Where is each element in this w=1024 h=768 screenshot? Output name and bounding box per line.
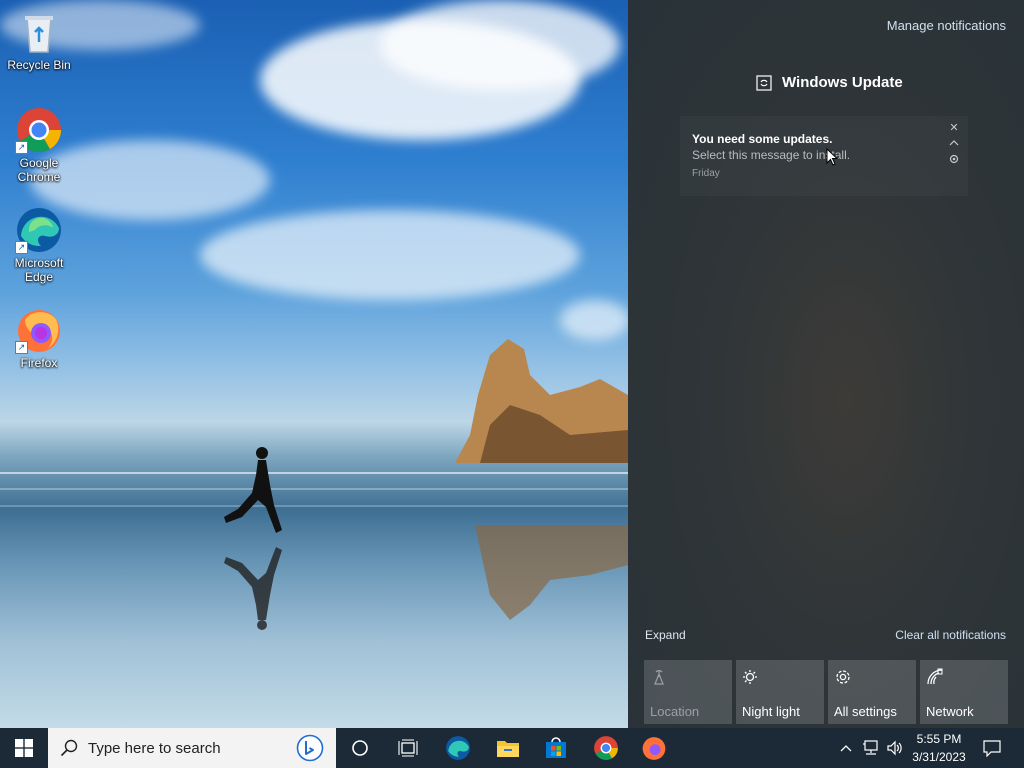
taskbar-search-box[interactable]: Type here to search: [48, 728, 336, 768]
manage-notifications-link[interactable]: Manage notifications: [887, 18, 1006, 33]
speaker-icon: [887, 740, 902, 756]
desktop-icon-label: Firefox: [20, 356, 58, 370]
action-center-panel: Manage notifications Windows Update You …: [628, 0, 1024, 728]
quick-action-label: All settings: [834, 704, 897, 719]
bing-icon[interactable]: [296, 734, 324, 762]
desktop-icon-label: Recycle Bin: [7, 58, 71, 72]
desktop-icon-recycle-bin[interactable]: Recycle Bin: [1, 8, 77, 72]
notification-settings-icon[interactable]: [948, 154, 960, 166]
clock-time: 5:55 PM: [916, 732, 962, 746]
notification-group-title: Windows Update: [782, 74, 903, 91]
task-view-button[interactable]: [384, 728, 432, 768]
taskbar-edge-button[interactable]: [434, 728, 482, 768]
desktop-icon-firefox[interactable]: ↗ Firefox: [1, 306, 77, 370]
taskbar-file-explorer-button[interactable]: [484, 728, 532, 768]
quick-action-network[interactable]: Network: [920, 660, 1008, 724]
folder-icon: [497, 741, 519, 757]
show-hidden-icons-button[interactable]: [836, 728, 856, 768]
quick-action-night-light[interactable]: Night light: [736, 660, 824, 724]
action-center-button[interactable]: [972, 728, 1012, 768]
quick-action-label: Location: [650, 704, 700, 719]
quick-action-all-settings[interactable]: All settings: [828, 660, 916, 724]
recycle-bin-icon: [15, 8, 63, 56]
clock-date: 3/31/2023: [912, 750, 966, 764]
taskbar-firefox-button[interactable]: [630, 728, 678, 768]
quick-action-label: Night light: [742, 704, 800, 719]
edge-icon: ↗: [15, 206, 63, 254]
gear-icon: [836, 670, 850, 684]
shortcut-arrow-icon: ↗: [15, 341, 28, 354]
firefox-icon: [642, 737, 666, 760]
expand-quick-actions-link[interactable]: Expand: [645, 628, 686, 642]
taskbar-chrome-button[interactable]: [582, 728, 630, 768]
cortana-circle-icon: [352, 740, 368, 756]
shortcut-arrow-icon: ↗: [15, 141, 28, 154]
store-icon: [546, 737, 566, 758]
taskbar-clock[interactable]: 5:55 PM 3/31/2023: [910, 730, 968, 766]
start-button[interactable]: [0, 728, 48, 768]
notification-icon: [983, 740, 1001, 757]
search-placeholder: Type here to search: [88, 739, 221, 757]
chrome-icon: ↗: [15, 106, 63, 154]
chevron-up-icon: [840, 745, 852, 752]
chrome-icon: [594, 736, 618, 760]
taskbar: Type here to search 5:55 PM 3/31/2023: [0, 728, 1024, 768]
search-icon: [60, 739, 78, 757]
dismiss-notification-icon[interactable]: ✕: [948, 122, 960, 134]
runner-reflection: [224, 547, 282, 630]
night-light-icon: [743, 670, 757, 684]
quick-action-location[interactable]: Location: [644, 660, 732, 724]
rock-reflection: [475, 525, 628, 620]
firefox-icon: ↗: [15, 306, 63, 354]
mouse-cursor-icon: [826, 148, 838, 166]
desktop-icon-google-chrome[interactable]: ↗ Google Chrome: [1, 106, 77, 184]
notification-time: Friday: [692, 168, 720, 179]
network-tray-button[interactable]: [860, 728, 882, 768]
cortana-button[interactable]: [336, 728, 384, 768]
quick-action-label: Network: [926, 704, 974, 719]
taskbar-store-button[interactable]: [532, 728, 580, 768]
location-icon: [654, 670, 664, 685]
runner-silhouette: [224, 447, 282, 533]
desktop-icon-label: Microsoft Edge: [14, 256, 64, 284]
notification-group-header: Windows Update: [756, 74, 903, 91]
collapse-chevron-icon[interactable]: [948, 138, 960, 150]
clear-all-notifications-link[interactable]: Clear all notifications: [895, 628, 1006, 642]
ethernet-icon: [863, 740, 878, 755]
notification-toast[interactable]: You need some updates. Select this messa…: [680, 116, 968, 196]
desktop-screen: Recycle Bin ↗ Google Chrome ↗ Microsoft …: [0, 0, 1024, 768]
desktop-wallpaper[interactable]: [0, 0, 628, 728]
windows-update-icon: [756, 74, 772, 91]
volume-tray-button[interactable]: [884, 728, 906, 768]
task-view-icon: [398, 739, 418, 757]
desktop-icon-microsoft-edge[interactable]: ↗ Microsoft Edge: [1, 206, 77, 284]
edge-icon: [446, 736, 470, 760]
desktop-icon-label: Google Chrome: [17, 156, 61, 184]
network-icon: [927, 668, 943, 685]
shortcut-arrow-icon: ↗: [15, 241, 28, 254]
windows-logo-icon: [15, 739, 33, 757]
sea-stack-rock: [455, 339, 628, 463]
notification-title: You need some updates.: [692, 132, 833, 146]
